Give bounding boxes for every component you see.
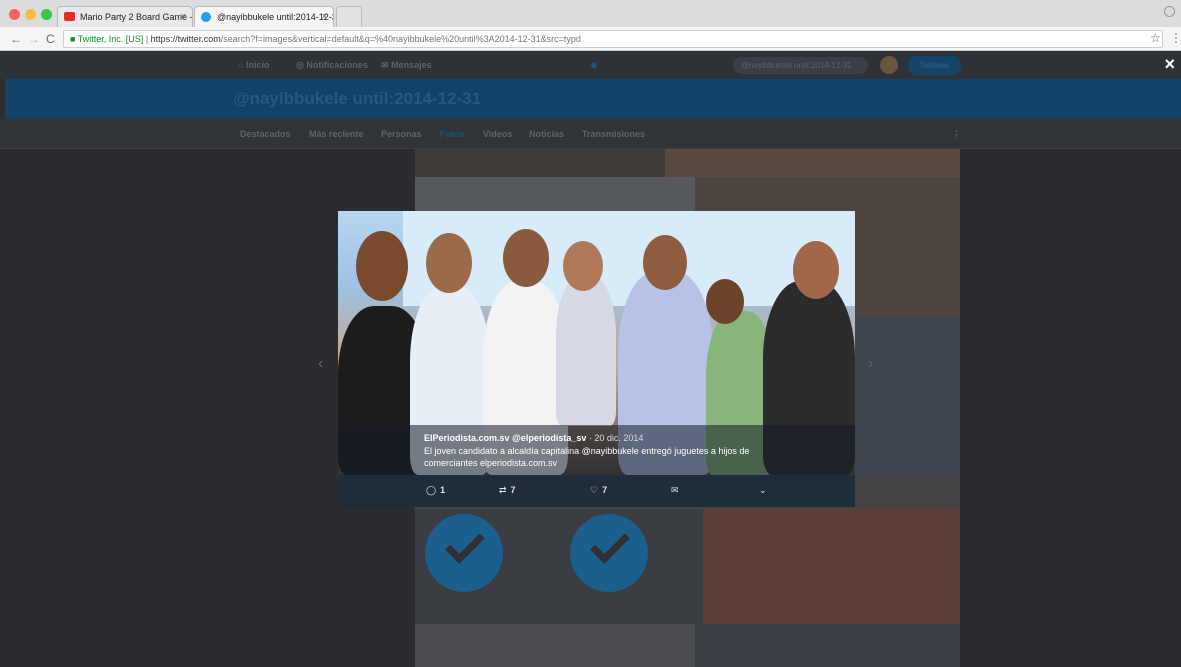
window-minimize-button[interactable] [25, 9, 36, 20]
person-silhouette [556, 276, 616, 426]
twitter-bird-icon [201, 12, 211, 22]
person-head [706, 279, 744, 324]
direct-message-button[interactable]: ✉ [671, 485, 679, 496]
twitter-bird-icon[interactable]: ● [590, 57, 604, 72]
browser-tab-mario-party[interactable]: Mario Party 2 Board Game - × [57, 6, 193, 27]
twitter-top-nav: ⌂ Inicio ◎ Notificaciones ✉ Mensajes ● @… [0, 52, 1181, 79]
tweet-text-line-2: comerciantes elperiodista.com.sv [424, 458, 558, 468]
youtube-icon [64, 12, 75, 21]
chevron-down-icon: ⌄ [759, 485, 767, 495]
next-arrow-icon[interactable]: › [868, 355, 873, 373]
search-query-title: @nayibbukele until:2014-12-31 [233, 89, 482, 108]
secure-origin-label: Twitter, Inc. [US] [77, 34, 144, 44]
person-head [503, 229, 549, 287]
person-head [643, 235, 687, 290]
tweet-author[interactable]: ElPeriodista.com.sv @elperiodista_sv [424, 433, 586, 443]
tab-mas-reciente[interactable]: Más reciente [309, 129, 364, 139]
person-head [356, 231, 408, 301]
reply-button[interactable]: ◯ 1 [426, 485, 445, 496]
twitter-search-input[interactable]: @nayibbukele until:2014-12-31 [733, 57, 868, 74]
tweet-author-line[interactable]: ElPeriodista.com.sv @elperiodista_sv · 2… [424, 433, 643, 443]
verified-badge-icon [425, 514, 503, 592]
nav-home[interactable]: ⌂ Inicio [238, 60, 269, 70]
retweet-button[interactable]: ⇄ 7 [499, 485, 516, 496]
avatar[interactable] [880, 56, 898, 74]
lock-icon: ■ [70, 34, 76, 44]
url-path: /search?f=images&vertical=default&q=%40n… [220, 34, 581, 44]
more-actions-button[interactable]: ⌄ [759, 485, 767, 496]
menu-kebab-icon[interactable]: ⋮ [1170, 31, 1181, 45]
grid-photo[interactable] [855, 317, 960, 477]
person-head [793, 241, 839, 299]
reply-icon: ◯ [426, 485, 437, 495]
home-icon: ⌂ [238, 60, 244, 70]
grid-photo[interactable] [703, 509, 960, 624]
grid-photo[interactable] [695, 624, 960, 667]
bookmark-star-icon[interactable]: ☆ [1150, 31, 1161, 45]
tab-transmisiones[interactable]: Transmisiones [582, 129, 645, 139]
grid-photo[interactable] [415, 149, 665, 177]
back-arrow-icon[interactable]: ← [10, 32, 22, 46]
tab-noticias[interactable]: Noticias [529, 129, 564, 139]
tab-fotos[interactable]: Fotos [440, 129, 465, 139]
person-head [426, 233, 472, 293]
profile-icon[interactable] [1164, 6, 1175, 17]
previous-arrow-icon[interactable]: ‹ [318, 355, 323, 373]
heart-icon: ♡ [590, 485, 599, 495]
browser-address-bar: ← → C ■ Twitter, Inc. [US] | https://twi… [0, 27, 1181, 51]
like-button[interactable]: ♡ 7 [590, 485, 607, 496]
nav-messages[interactable]: ✉ Mensajes [381, 60, 432, 71]
grid-photo[interactable] [665, 149, 960, 177]
retweet-icon: ⇄ [499, 485, 507, 495]
media-viewer-modal: ElPeriodista.com.sv @elperiodista_sv · 2… [338, 211, 855, 507]
tab-title: @nayibbukele until:2014-12-3 [217, 12, 334, 22]
forward-arrow-icon[interactable]: → [28, 32, 40, 46]
verified-badge-icon [570, 514, 648, 592]
tweet-photo[interactable]: ElPeriodista.com.sv @elperiodista_sv · 2… [338, 211, 855, 475]
more-options-icon[interactable]: ⋮ [952, 129, 961, 140]
nav-notifications[interactable]: ◎ Notificaciones [296, 60, 368, 71]
envelope-icon: ✉ [671, 485, 679, 495]
grid-photo[interactable] [415, 624, 695, 667]
tab-title: Mario Party 2 Board Game - [80, 12, 193, 22]
window-close-button[interactable] [9, 9, 20, 20]
tab-videos[interactable]: Videos [483, 129, 512, 139]
search-header: @nayibbukele until:2014-12-31 [5, 79, 1181, 119]
tab-destacados[interactable]: Destacados [240, 129, 291, 139]
grid-photo[interactable] [415, 509, 703, 624]
person-head [563, 241, 603, 291]
search-filter-tabs: Destacados Más reciente Personas Fotos V… [0, 119, 1181, 149]
tab-personas[interactable]: Personas [381, 129, 422, 139]
browser-tab-twitter-search[interactable]: @nayibbukele until:2014-12-3 × [194, 6, 334, 27]
browser-tab-strip: Mario Party 2 Board Game - × @nayibbukel… [0, 0, 1181, 27]
tab-close-icon[interactable]: × [322, 11, 327, 21]
tab-close-icon[interactable]: × [181, 11, 186, 21]
url-host: https://twitter.com [150, 34, 221, 44]
window-zoom-button[interactable] [41, 9, 52, 20]
bell-icon: ◎ [296, 60, 304, 70]
url-field[interactable]: ■ Twitter, Inc. [US] | https://twitter.c… [63, 30, 1163, 48]
new-tab-button[interactable] [336, 6, 362, 27]
tweet-action-bar: ◯ 1 ⇄ 7 ♡ 7 ✉ ⌄ [338, 475, 855, 507]
tweet-text-line-1: El joven candidato a alcaldía capitalina… [424, 446, 750, 456]
envelope-icon: ✉ [381, 60, 389, 70]
tweet-button[interactable]: Twittear [908, 56, 961, 75]
tweet-date[interactable]: · 20 dic. 2014 [589, 433, 644, 443]
modal-close-button[interactable]: × [1164, 54, 1175, 75]
reload-icon[interactable]: C [46, 32, 55, 46]
